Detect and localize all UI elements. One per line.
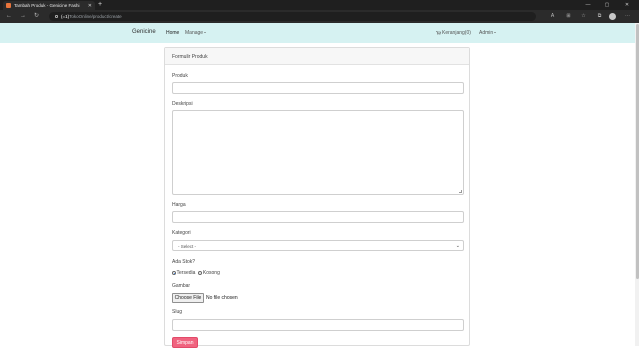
nav-user-label: Admin bbox=[479, 30, 494, 36]
collections-icon[interactable]: ⧉ bbox=[596, 13, 603, 20]
stok-tersedia-radio[interactable] bbox=[172, 271, 176, 275]
slug-input[interactable] bbox=[172, 319, 464, 331]
apps-icon[interactable]: ⊞ bbox=[565, 13, 572, 20]
back-icon[interactable]: ← bbox=[6, 13, 12, 20]
reload-icon[interactable]: ↻ bbox=[34, 13, 39, 20]
url-field[interactable]: (=1) TokoOnline/product/create bbox=[49, 12, 536, 21]
choose-file-button[interactable]: Choose File bbox=[172, 293, 204, 303]
forward-icon[interactable]: → bbox=[20, 13, 26, 20]
kategori-select[interactable]: - Select - ⌄ bbox=[172, 240, 464, 251]
gambar-label: Gambar bbox=[172, 283, 191, 289]
scrollbar-thumb[interactable] bbox=[635, 24, 639, 279]
kategori-label: Kategori bbox=[172, 230, 191, 236]
nav-manage-dropdown[interactable]: Manage bbox=[185, 30, 207, 36]
browser-tabstrip: Tambah Produk - Genicine Fashi ✕ + — ▢ ✕ bbox=[0, 0, 639, 10]
nav-cart-label: Keranjang(0) bbox=[442, 30, 471, 36]
harga-input[interactable] bbox=[172, 211, 464, 223]
window-close-icon[interactable]: ✕ bbox=[620, 0, 634, 10]
chevron-down-icon: ⌄ bbox=[455, 243, 460, 249]
card-title: Formulir Produk bbox=[165, 48, 469, 65]
more-icon[interactable]: ⋯ bbox=[624, 13, 631, 20]
deskripsi-label: Deskripsi bbox=[172, 101, 193, 107]
favicon-icon bbox=[6, 3, 11, 8]
file-status: No file chosen bbox=[206, 295, 238, 301]
chevron-down-icon bbox=[204, 32, 207, 34]
read-aloud-icon[interactable]: A bbox=[549, 13, 556, 20]
simpan-button[interactable]: Simpan bbox=[172, 337, 198, 348]
tab-title: Tambah Produk - Genicine Fashi bbox=[14, 3, 80, 8]
maximize-icon[interactable]: ▢ bbox=[600, 0, 614, 10]
profile-avatar[interactable] bbox=[609, 13, 616, 20]
kategori-selected: - Select - bbox=[178, 244, 197, 249]
url-path: TokoOnline/product/create bbox=[69, 14, 122, 19]
close-tab-icon[interactable]: ✕ bbox=[88, 3, 92, 9]
stok-kosong-label[interactable]: Kosong bbox=[203, 270, 220, 276]
new-tab-icon[interactable]: + bbox=[98, 1, 102, 9]
app-navbar: Genicine Home Manage Keranjang(0) Admin bbox=[0, 23, 635, 43]
resize-handle-icon[interactable] bbox=[459, 190, 462, 193]
favorites-icon[interactable]: ☆ bbox=[580, 13, 587, 20]
cart-icon bbox=[436, 30, 441, 35]
nav-home[interactable]: Home bbox=[166, 30, 179, 36]
chevron-down-icon bbox=[494, 32, 497, 34]
browser-tab[interactable]: Tambah Produk - Genicine Fashi ✕ bbox=[3, 1, 95, 10]
stok-kosong-radio[interactable] bbox=[198, 271, 203, 275]
url-scheme: (=1) bbox=[61, 14, 70, 19]
product-form-card: Formulir Produk Produk Deskripsi Harga K… bbox=[164, 47, 470, 348]
stok-radio-group: Tersedia Kosong bbox=[172, 270, 223, 276]
harga-label: Harga bbox=[172, 202, 186, 208]
stok-label: Ada Stok? bbox=[172, 259, 196, 265]
minimize-icon[interactable]: — bbox=[581, 0, 595, 10]
produk-input[interactable] bbox=[172, 82, 464, 94]
nav-manage-label: Manage bbox=[185, 30, 204, 36]
brand-logo[interactable]: Genicine bbox=[132, 29, 156, 35]
stok-tersedia-label[interactable]: Tersedia bbox=[177, 270, 196, 276]
site-info-icon[interactable] bbox=[55, 15, 58, 18]
address-bar: ← → ↻ (=1) TokoOnline/product/create A ⊞ … bbox=[0, 10, 639, 23]
produk-label: Produk bbox=[172, 73, 188, 79]
nav-user-dropdown[interactable]: Admin bbox=[479, 30, 497, 36]
nav-cart[interactable]: Keranjang(0) bbox=[436, 30, 471, 36]
deskripsi-textarea[interactable] bbox=[172, 110, 464, 195]
slug-label: Slug bbox=[172, 309, 183, 315]
